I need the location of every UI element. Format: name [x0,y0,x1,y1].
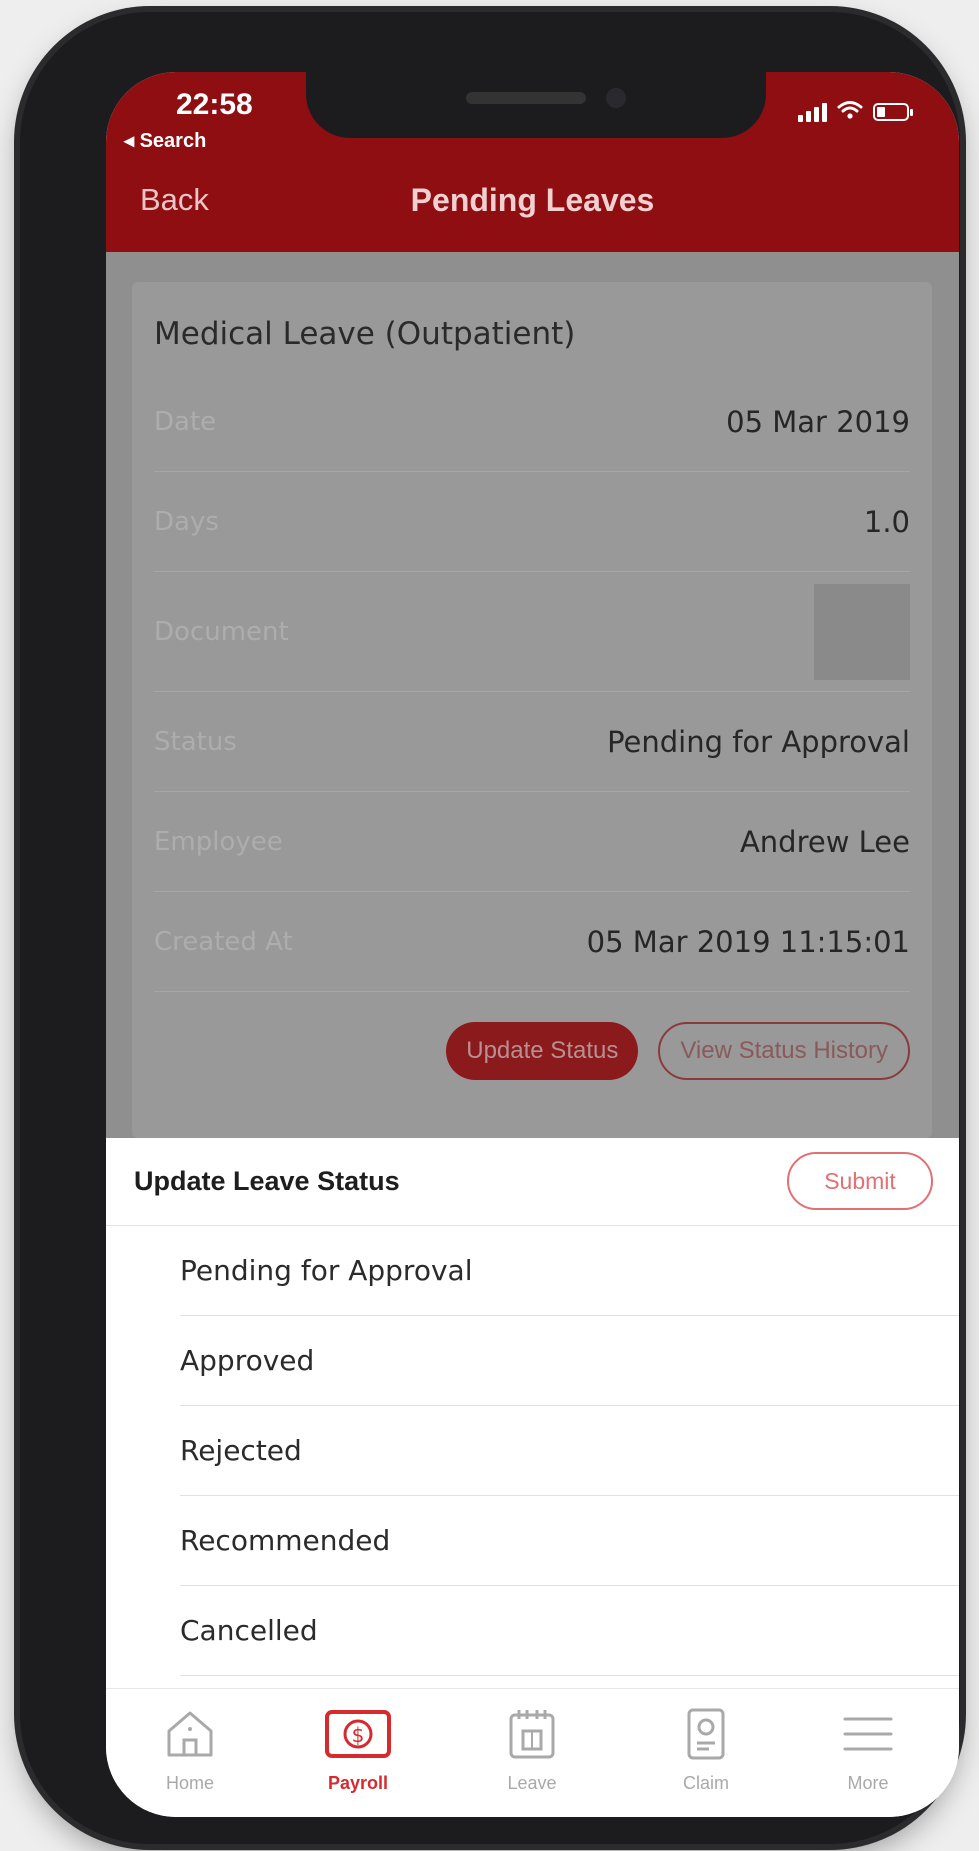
detail-label: Created At [154,926,293,957]
status-option-cancelled[interactable]: Cancelled [180,1586,959,1676]
status-icons [798,100,913,124]
battery-icon [873,103,913,121]
card-actions: Update Status View Status History [446,1022,910,1080]
payroll-icon: $ [323,1707,393,1761]
detail-value: 05 Mar 2019 [726,404,910,439]
option-label: Approved [180,1344,315,1377]
mute-switch [32,267,44,337]
detail-value: 05 Mar 2019 11:15:01 [586,924,910,959]
leave-card: Medical Leave (Outpatient) Date 05 Mar 2… [132,282,932,1138]
detail-label: Status [154,726,237,757]
tab-payroll[interactable]: $ Payroll [298,1707,418,1794]
option-label: Pending for Approval [180,1254,473,1287]
detail-value: Andrew Lee [739,824,910,859]
view-status-history-button[interactable]: View Status History [658,1022,910,1080]
home-icon [163,1707,217,1761]
speaker [466,92,586,104]
detail-value: Pending for Approval [607,724,910,759]
status-option-rejected[interactable]: Rejected [180,1406,959,1496]
tab-home[interactable]: Home [130,1707,250,1794]
volume-up-button [32,397,44,527]
status-option-approved[interactable]: Approved [180,1316,959,1406]
option-label: Rejected [180,1434,302,1467]
tab-more[interactable]: More [808,1707,928,1794]
tab-label: Payroll [327,1773,389,1793]
volume-down-button [32,567,44,697]
signal-icon [798,102,827,122]
leave-type-title: Medical Leave (Outpatient) [154,316,576,352]
status-option-recommended[interactable]: Recommended [180,1496,959,1586]
status-option-pending[interactable]: Pending for Approval [180,1226,959,1316]
detail-row-employee: Employee Andrew Lee [154,792,910,892]
detail-label: Days [154,506,219,537]
detail-row-created-at: Created At 05 Mar 2019 11:15:01 [154,892,910,992]
menu-icon [841,1707,895,1761]
detail-row-days: Days 1.0 [154,472,910,572]
notch [306,72,766,138]
sheet-title: Update Leave Status [134,1166,400,1196]
option-label: Cancelled [180,1614,318,1647]
leave-calendar-icon [505,1707,559,1761]
detail-label: Date [154,406,217,437]
page-title: Pending Leaves [410,182,655,218]
front-camera [606,88,626,108]
tab-leave[interactable]: Leave [472,1707,592,1794]
tab-label: More [847,1773,889,1793]
detail-value: 1.0 [863,504,910,539]
option-label: Recommended [180,1524,391,1557]
screen: 22:58 ◂ Search Back Pending Leaves Medic… [106,72,959,1817]
update-status-sheet: Update Leave Status Submit Pending for A… [106,1138,959,1688]
detail-row-status: Status Pending for Approval [154,692,910,792]
tab-label: Claim [682,1773,729,1793]
detail-label: Document [154,616,289,647]
wifi-icon [837,100,863,124]
svg-text:$: $ [352,1723,365,1747]
update-status-button[interactable]: Update Status [446,1022,639,1080]
detail-row-document: Document [154,572,910,692]
back-to-search-link[interactable]: ◂ Search [124,128,206,153]
sheet-header: Update Leave Status Submit [106,1138,959,1226]
submit-button[interactable]: Submit [787,1152,933,1210]
tab-claim[interactable]: Claim [646,1707,766,1794]
tab-bar: Home $ Payroll Leave Claim More [106,1688,959,1817]
tab-label: Home [165,1773,214,1793]
detail-row-date: Date 05 Mar 2019 [154,372,910,472]
tab-label: Leave [507,1773,557,1793]
document-thumbnail[interactable] [814,583,910,680]
status-time: 22:58 [176,88,253,121]
claim-icon [679,1707,733,1761]
phone-frame: 22:58 ◂ Search Back Pending Leaves Medic… [20,12,960,1844]
detail-label: Employee [154,826,283,857]
dimmed-content[interactable]: Medical Leave (Outpatient) Date 05 Mar 2… [106,252,959,1138]
